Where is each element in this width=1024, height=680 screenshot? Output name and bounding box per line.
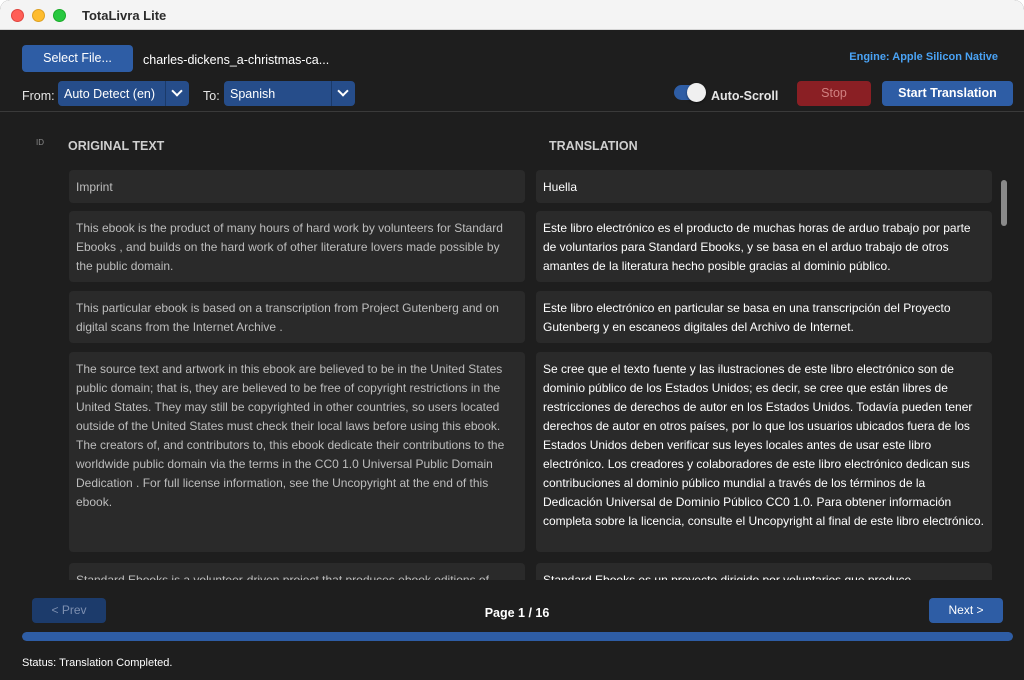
chevron-down-icon (331, 81, 355, 106)
to-label: To: (203, 89, 220, 103)
from-label: From: (22, 89, 55, 103)
page-indicator: Page 1 / 16 (484, 606, 550, 620)
close-window-button[interactable] (11, 9, 24, 22)
window-title: TotaLivra Lite (82, 8, 167, 23)
translation-cell[interactable]: Este libro electrónico en particular se … (536, 291, 992, 343)
translation-cell[interactable]: Standard Ebooks es un proyecto dirigido … (536, 563, 992, 580)
original-cell[interactable]: This ebook is the product of many hours … (69, 211, 525, 282)
translation-cell[interactable]: Se cree que el texto fuente y las ilustr… (536, 352, 992, 552)
stop-button[interactable]: Stop (797, 81, 871, 106)
progress-bar (22, 632, 1013, 641)
scrollbar-thumb[interactable] (1001, 180, 1007, 226)
target-language-value: Spanish (230, 87, 276, 101)
original-cell[interactable]: Imprint (69, 170, 525, 203)
translation-list[interactable]: Imprint Huella This ebook is the product… (0, 168, 1000, 580)
start-translation-button[interactable]: Start Translation (882, 81, 1013, 106)
original-column-header: ORIGINAL TEXT (68, 139, 165, 153)
minimize-window-button[interactable] (32, 9, 45, 22)
zoom-window-button[interactable] (53, 9, 66, 22)
toolbar-divider (0, 111, 1024, 112)
id-column-header: ID (36, 138, 44, 147)
autoscroll-toggle[interactable] (674, 83, 706, 102)
translation-cell[interactable]: Huella (536, 170, 992, 203)
autoscroll-label: Auto-Scroll (711, 89, 779, 103)
progress-fill (22, 632, 1013, 641)
original-cell[interactable]: This particular ebook is based on a tran… (69, 291, 525, 343)
source-language-value: Auto Detect (en) (64, 87, 156, 101)
translation-column-header: TRANSLATION (549, 139, 638, 153)
toggle-knob (687, 83, 706, 102)
target-language-select[interactable]: Spanish (224, 81, 355, 106)
source-language-select[interactable]: Auto Detect (en) (58, 81, 189, 106)
chevron-down-icon (165, 81, 189, 106)
next-page-button[interactable]: Next > (929, 598, 1003, 623)
title-bar: TotaLivra Lite (0, 0, 1024, 30)
translation-cell[interactable]: Este libro electrónico es el producto de… (536, 211, 992, 282)
engine-label: Engine: Apple Silicon Native (849, 51, 998, 63)
status-text: Status: Translation Completed. (22, 657, 173, 669)
original-cell[interactable]: The source text and artwork in this eboo… (69, 352, 525, 552)
app-window: TotaLivra Lite Select File... charles-di… (0, 0, 1024, 680)
select-file-button[interactable]: Select File... (22, 45, 133, 72)
selected-filename: charles-dickens_a-christmas-ca... (143, 53, 330, 67)
original-cell[interactable]: Standard Ebooks is a volunteer-driven pr… (69, 563, 525, 580)
